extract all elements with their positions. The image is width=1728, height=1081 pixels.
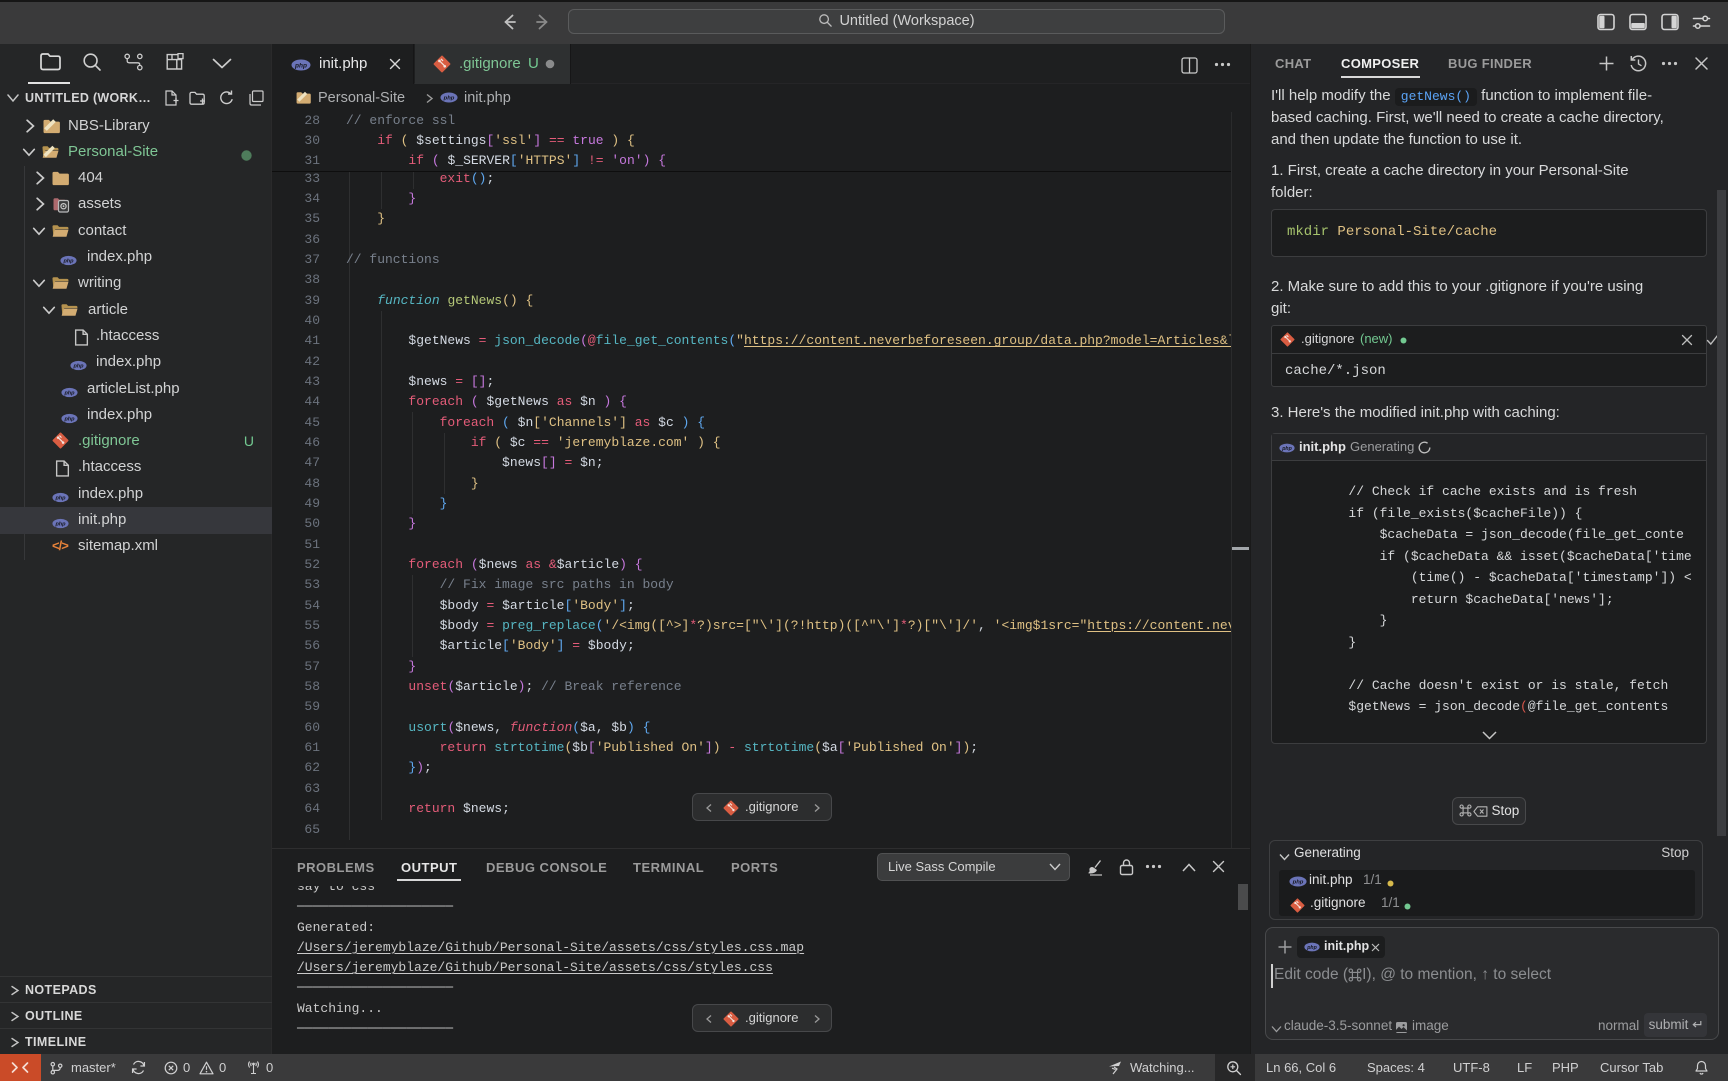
svg-text:php: php [72,363,84,369]
svg-text:php: php [54,521,66,527]
svg-text:php: php [63,416,75,422]
svg-text:php: php [1292,880,1304,886]
svg-text:php: php [294,62,307,69]
svg-text:php: php [62,258,74,264]
svg-text:php: php [443,96,455,102]
svg-text:php: php [1281,446,1292,452]
svg-text:php: php [1306,945,1317,951]
svg-text:php: php [54,495,66,501]
svg-text:php: php [63,390,75,396]
